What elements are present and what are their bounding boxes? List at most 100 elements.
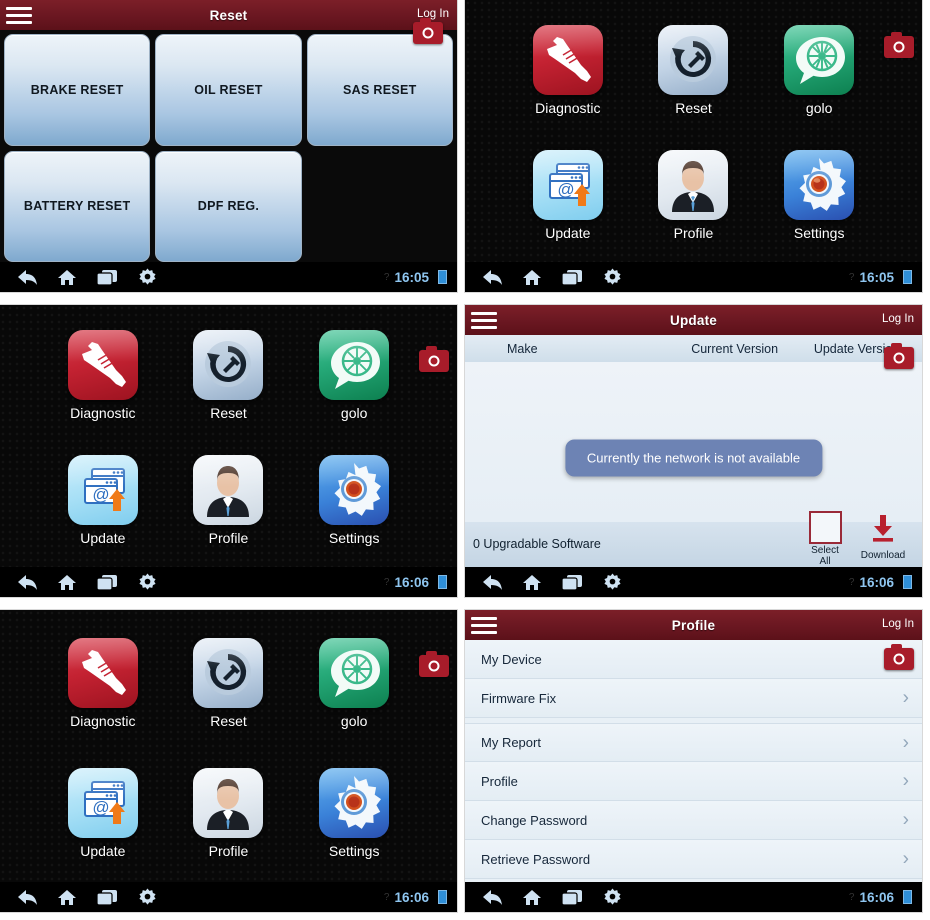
gear-icon[interactable] xyxy=(134,264,160,290)
back-arrow-icon[interactable] xyxy=(14,569,40,595)
home-icon[interactable] xyxy=(54,264,80,290)
list-item-profile[interactable]: Profile › xyxy=(465,762,922,801)
menu-icon[interactable] xyxy=(6,7,32,24)
list-item-firmware-fix[interactable]: Firmware Fix › xyxy=(465,679,922,718)
app-label: Settings xyxy=(328,530,380,546)
app-golo[interactable]: golo xyxy=(756,8,882,133)
gear-icon xyxy=(319,455,390,525)
app-profile[interactable]: Profile xyxy=(631,133,757,258)
camera-icon[interactable] xyxy=(413,18,443,44)
app-label: Diagnostic xyxy=(70,712,136,729)
app-reset[interactable]: Reset xyxy=(166,618,292,748)
upgradable-count: 0 Upgradable Software xyxy=(473,537,601,551)
oil-reset-button[interactable]: OIL RESET xyxy=(155,34,302,146)
home-icon[interactable] xyxy=(54,884,80,910)
app-profile[interactable]: Profile xyxy=(166,748,292,878)
camera-icon[interactable] xyxy=(884,644,914,670)
status-clock: 16:06 xyxy=(859,574,894,590)
list-item-change-password[interactable]: Change Password › xyxy=(465,801,922,840)
select-all-control[interactable]: Select All xyxy=(806,511,844,567)
app-diagnostic[interactable]: Diagnostic xyxy=(40,313,166,438)
golo-chat-wheel-icon xyxy=(319,330,390,400)
back-arrow-icon[interactable] xyxy=(14,264,40,290)
app-settings[interactable]: Settings xyxy=(291,438,417,563)
app-reset[interactable]: Reset xyxy=(631,8,757,133)
menu-icon[interactable] xyxy=(471,312,497,329)
back-arrow-icon[interactable] xyxy=(479,569,505,595)
chevron-right-icon: › xyxy=(902,770,909,792)
network-toast: Currently the network is not available xyxy=(564,439,823,477)
recent-apps-icon[interactable] xyxy=(559,569,585,595)
android-nav-bar: ? 16:05 xyxy=(0,262,457,292)
gear-icon[interactable] xyxy=(134,884,160,910)
gear-icon[interactable] xyxy=(599,569,625,595)
camera-icon[interactable] xyxy=(884,32,914,58)
back-arrow-icon[interactable] xyxy=(479,884,505,910)
person-icon xyxy=(658,150,729,220)
list-item-my-report[interactable]: My Report › xyxy=(465,723,922,762)
launcher-body: Diagnostic Reset golo @ Update Profile S… xyxy=(0,610,457,882)
brake-reset-button[interactable]: BRAKE RESET xyxy=(4,34,151,146)
list-item-label: Profile xyxy=(481,773,518,789)
camera-icon[interactable] xyxy=(419,346,449,372)
app-golo[interactable]: golo xyxy=(291,313,417,438)
app-diagnostic[interactable]: Diagnostic xyxy=(40,618,166,748)
app-update[interactable]: @ Update xyxy=(40,438,166,563)
dpf-reg-button[interactable]: DPF REG. xyxy=(155,150,302,262)
recent-apps-icon[interactable] xyxy=(94,569,120,595)
reset-wrench-icon xyxy=(193,330,264,400)
gear-icon[interactable] xyxy=(134,569,160,595)
home-icon[interactable] xyxy=(54,569,80,595)
gear-icon[interactable] xyxy=(599,884,625,910)
app-profile[interactable]: Profile xyxy=(166,438,292,563)
page-title: Profile xyxy=(671,617,716,633)
app-settings[interactable]: Settings xyxy=(756,133,882,258)
gear-icon xyxy=(319,767,390,838)
select-all-checkbox[interactable] xyxy=(808,511,842,544)
recent-apps-icon[interactable] xyxy=(559,264,585,290)
app-label: Profile xyxy=(208,842,249,859)
update-footer: 0 Upgradable Software Select All Downloa… xyxy=(465,511,922,567)
gear-icon xyxy=(784,150,855,220)
login-button[interactable]: Log In xyxy=(882,313,914,325)
login-button[interactable]: Log In xyxy=(882,618,914,630)
home-icon[interactable] xyxy=(519,569,545,595)
wrench-icon xyxy=(67,637,138,708)
app-label: golo xyxy=(340,405,368,421)
app-label: Reset xyxy=(675,100,712,116)
sas-reset-button[interactable]: SAS RESET xyxy=(306,34,453,146)
app-update[interactable]: @ Update xyxy=(505,133,631,258)
app-settings[interactable]: Settings xyxy=(291,748,417,878)
home-icon[interactable] xyxy=(519,884,545,910)
gear-icon[interactable] xyxy=(599,264,625,290)
app-label: Diagnostic xyxy=(70,405,136,421)
app-label: Reset xyxy=(210,712,247,729)
status-clock: 16:05 xyxy=(394,269,429,285)
menu-icon[interactable] xyxy=(471,617,497,634)
update-browser-icon: @ xyxy=(67,455,138,525)
app-update[interactable]: @ Update xyxy=(40,748,166,878)
back-arrow-icon[interactable] xyxy=(479,264,505,290)
wrench-icon xyxy=(532,25,603,95)
android-nav-bar: ? 16:06 xyxy=(0,567,457,597)
status-clock: 16:05 xyxy=(859,269,894,285)
battery-reset-button[interactable]: BATTERY RESET xyxy=(4,150,151,262)
app-reset[interactable]: Reset xyxy=(166,313,292,438)
unknown-status-icon: ? xyxy=(383,271,390,283)
download-button[interactable]: Download xyxy=(852,513,914,561)
camera-icon[interactable] xyxy=(419,651,449,677)
recent-apps-icon[interactable] xyxy=(94,884,120,910)
app-label: Reset xyxy=(210,405,247,421)
android-nav-bar: ? 16:06 xyxy=(0,882,457,912)
back-arrow-icon[interactable] xyxy=(14,884,40,910)
camera-icon[interactable] xyxy=(884,343,914,369)
recent-apps-icon[interactable] xyxy=(559,884,585,910)
app-diagnostic[interactable]: Diagnostic xyxy=(505,8,631,133)
panel-update: Update Log In Make Current Version Updat… xyxy=(465,305,922,597)
recent-apps-icon[interactable] xyxy=(94,264,120,290)
app-golo[interactable]: golo xyxy=(291,618,417,748)
list-item-label: Retrieve Password xyxy=(481,851,591,867)
list-item-my-device[interactable]: My Device › xyxy=(465,640,922,679)
list-item-retrieve-password[interactable]: Retrieve Password › xyxy=(465,840,922,879)
home-icon[interactable] xyxy=(519,264,545,290)
